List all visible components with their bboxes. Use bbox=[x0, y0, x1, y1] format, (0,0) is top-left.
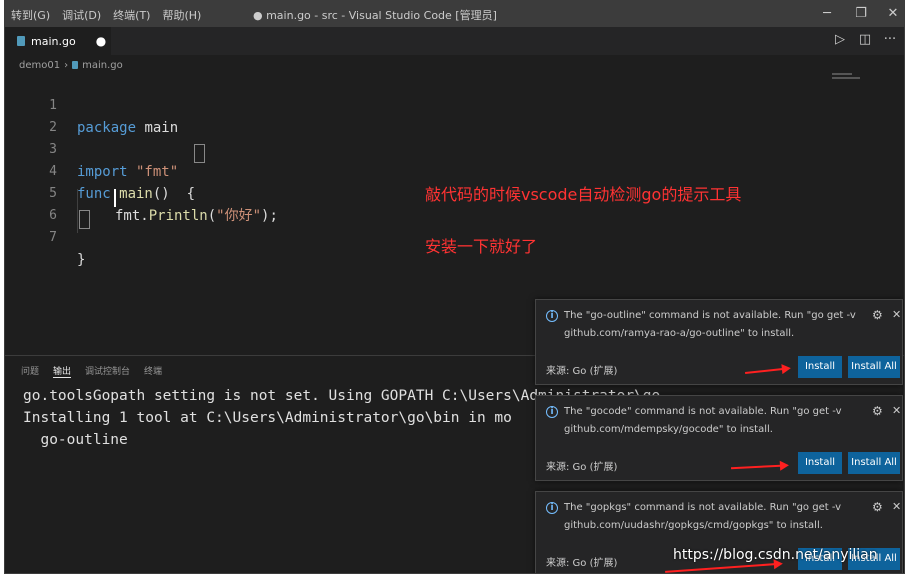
minimap[interactable] bbox=[832, 73, 860, 83]
notification-source: 来源: Go (扩展) bbox=[546, 558, 618, 569]
window-title: ● main.go - src - Visual Studio Code [管理… bbox=[253, 9, 497, 22]
info-icon: i bbox=[546, 310, 558, 322]
menu-terminal[interactable]: 终端(T) bbox=[113, 7, 150, 23]
notification-message: The "gocode" command is not available. R… bbox=[564, 406, 842, 417]
install-button[interactable]: Install bbox=[798, 452, 842, 474]
output-line: go-outline bbox=[23, 432, 128, 448]
vscode-window: 转到(G) 调试(D) 终端(T) 帮助(H) ● main.go - src … bbox=[4, 0, 905, 574]
annotation-text: 安装一下就好了 bbox=[425, 237, 538, 256]
breadcrumb-file[interactable]: main.go bbox=[82, 60, 123, 71]
go-file-icon bbox=[72, 61, 79, 69]
menu-help[interactable]: 帮助(H) bbox=[162, 7, 201, 23]
gear-icon[interactable]: ⚙ bbox=[872, 500, 883, 514]
breadcrumb-separator: › bbox=[64, 59, 69, 71]
notification-source: 来源: Go (扩展) bbox=[546, 462, 618, 473]
code-line: 1 package main bbox=[5, 73, 178, 136]
close-icon[interactable]: ✕ bbox=[892, 500, 901, 513]
keyword-token: func bbox=[77, 186, 111, 202]
run-icon[interactable]: ▷ bbox=[831, 32, 849, 47]
breadcrumb: demo01 › main.go bbox=[19, 57, 123, 73]
function-token: main bbox=[110, 186, 153, 202]
code-line: 5 fmt.Println("你好"); bbox=[5, 161, 278, 224]
code-line: 7 } bbox=[5, 205, 85, 268]
maximize-button[interactable]: ❐ bbox=[851, 5, 871, 23]
string-token: "fmt" bbox=[127, 164, 179, 180]
close-icon[interactable]: ✕ bbox=[892, 308, 901, 321]
indent-guide bbox=[77, 189, 78, 233]
identifier-token: main bbox=[136, 120, 179, 136]
code-line: 6 bbox=[5, 183, 57, 223]
close-window-button[interactable]: ✕ bbox=[883, 5, 903, 23]
notification-gocode: i The "gocode" command is not available.… bbox=[535, 395, 903, 481]
breadcrumb-folder[interactable]: demo01 bbox=[19, 60, 60, 71]
line-number: 7 bbox=[49, 230, 57, 245]
function-token: Println bbox=[148, 208, 208, 224]
watermark-text: https://blog.csdn.net/anyilian bbox=[673, 547, 878, 563]
menu-debug[interactable]: 调试(D) bbox=[62, 7, 101, 23]
bracket-match-highlight bbox=[79, 210, 90, 229]
keyword-token: package bbox=[77, 120, 137, 136]
code-line: 3 import "fmt" bbox=[5, 117, 178, 180]
notification-message: github.com/ramya-rao-a/go-outline" to in… bbox=[564, 328, 795, 339]
menu-goto[interactable]: 转到(G) bbox=[11, 7, 50, 23]
more-actions-icon[interactable]: ··· bbox=[881, 32, 899, 47]
keyword-token: import bbox=[77, 164, 128, 180]
punctuation-token: } bbox=[77, 252, 86, 268]
gear-icon[interactable]: ⚙ bbox=[872, 308, 883, 322]
string-token: "你好" bbox=[216, 208, 262, 224]
code-line: 2 bbox=[5, 95, 57, 135]
notification-message: github.com/mdempsky/gocode" to install. bbox=[564, 424, 773, 435]
punctuation-token: () { bbox=[152, 186, 196, 202]
install-button[interactable]: Install bbox=[798, 356, 842, 378]
tab-output[interactable]: 输出 bbox=[53, 364, 72, 378]
annotation-text: 敲代码的时候vscode自动检测go的提示工具 bbox=[425, 185, 742, 204]
output-line: Installing 1 tool at C:\Users\Administra… bbox=[23, 410, 512, 426]
text-cursor bbox=[114, 189, 116, 207]
gear-icon[interactable]: ⚙ bbox=[872, 404, 883, 418]
minimize-button[interactable]: ─ bbox=[817, 5, 837, 23]
code-line: 4 func main() { bbox=[5, 139, 195, 202]
info-icon: i bbox=[546, 502, 558, 514]
tab-debug-console[interactable]: 调试控制台 bbox=[85, 364, 130, 378]
identifier-token: fmt. bbox=[115, 208, 149, 224]
notification-message: The "go-outline" command is not availabl… bbox=[564, 310, 856, 321]
notification-go-outline: i The "go-outline" command is not availa… bbox=[535, 299, 903, 385]
notification-message: The "gopkgs" command is not available. R… bbox=[564, 502, 842, 513]
unsaved-dot-icon[interactable]: ● bbox=[96, 34, 106, 48]
punctuation-token: ); bbox=[261, 208, 278, 224]
install-all-button[interactable]: Install All bbox=[848, 452, 900, 474]
tab-main-go[interactable]: main.go ● bbox=[5, 27, 111, 55]
notification-message: github.com/uudashr/gopkgs/cmd/gopkgs" to… bbox=[564, 520, 823, 531]
tab-label: main.go bbox=[31, 34, 76, 48]
menu-bar: 转到(G) 调试(D) 终端(T) 帮助(H) bbox=[11, 7, 201, 23]
info-icon: i bbox=[546, 406, 558, 418]
tab-bar: main.go ● ▷ ◫ ··· bbox=[5, 27, 904, 55]
punctuation-token: ( bbox=[207, 208, 217, 224]
notification-source: 来源: Go (扩展) bbox=[546, 366, 618, 377]
tab-terminal[interactable]: 终端 bbox=[144, 364, 162, 378]
close-icon[interactable]: ✕ bbox=[892, 404, 901, 417]
install-all-button[interactable]: Install All bbox=[848, 356, 900, 378]
tab-problems[interactable]: 问题 bbox=[21, 364, 39, 378]
split-editor-icon[interactable]: ◫ bbox=[856, 32, 874, 47]
bracket-match-highlight bbox=[194, 144, 205, 163]
panel-tabs: 问题 输出 调试控制台 终端 bbox=[21, 364, 162, 378]
title-bar: 转到(G) 调试(D) 终端(T) 帮助(H) ● main.go - src … bbox=[5, 1, 904, 27]
go-file-icon bbox=[17, 36, 25, 46]
